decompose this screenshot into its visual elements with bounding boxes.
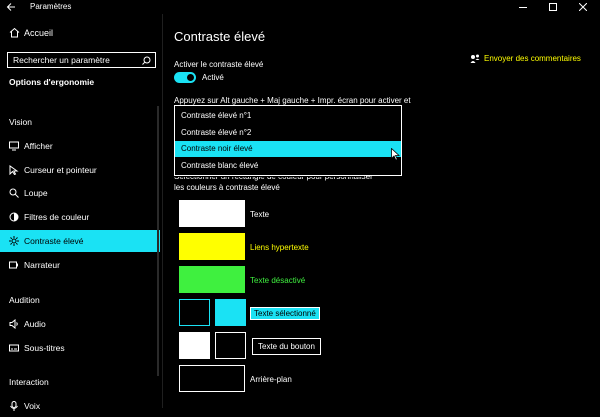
sidebar-item-label: Afficher	[24, 141, 53, 151]
text-color-swatch[interactable]	[179, 200, 245, 227]
group-label-vision: Vision	[9, 117, 32, 127]
sidebar-item-label: Filtres de couleur	[24, 212, 90, 222]
sidebar-item-sous-titres[interactable]: Sous-titres	[0, 337, 160, 359]
captions-icon	[9, 343, 19, 353]
close-icon[interactable]	[572, 0, 594, 14]
maximize-icon[interactable]	[542, 0, 564, 14]
sidebar-item-voix[interactable]: Voix	[0, 395, 160, 417]
sidebar-item-narrateur[interactable]: Narrateur	[0, 254, 160, 276]
sidebar-item-curseur[interactable]: Curseur et pointeur	[0, 159, 160, 181]
title-bar	[0, 0, 600, 14]
toggle-knob	[187, 74, 194, 81]
magnifier-icon	[9, 188, 19, 198]
back-arrow-icon[interactable]	[6, 2, 16, 12]
page-title: Contraste élevé	[174, 29, 266, 44]
theme-option[interactable]: Contraste élevé n°1	[175, 108, 401, 124]
button-text-label: Texte du bouton	[252, 338, 321, 355]
search-icon[interactable]	[142, 56, 151, 65]
hyperlink-color-label: Liens hypertexte	[250, 243, 309, 252]
toggle-heading: Activer le contraste élevé	[174, 60, 264, 69]
sidebar-item-label: Audio	[24, 319, 46, 329]
sidebar-divider	[162, 14, 163, 408]
sidebar-item-filtres[interactable]: Filtres de couleur	[0, 206, 160, 228]
background-color-swatch[interactable]	[179, 365, 245, 392]
text-color-label: Texte	[250, 210, 270, 219]
narrator-icon	[9, 260, 19, 270]
disabled-color-label: Texte désactivé	[250, 276, 306, 285]
sidebar-item-label: Voix	[24, 401, 41, 411]
sidebar-item-label: Narrateur	[24, 260, 60, 270]
microphone-icon	[9, 401, 19, 411]
search-placeholder: Rechercher un paramètre	[13, 55, 110, 65]
theme-option[interactable]: Contraste blanc élevé	[175, 158, 401, 174]
speaker-icon	[9, 319, 19, 329]
theme-option-selected[interactable]: Contraste noir élevé	[175, 141, 401, 157]
sidebar-item-label: Loupe	[24, 188, 48, 198]
shortcut-description: Appuyez sur Alt gauche + Maj gauche + Im…	[174, 96, 411, 105]
sidebar-item-label: Curseur et pointeur	[24, 165, 97, 175]
sidebar-item-label: Sous-titres	[24, 343, 65, 353]
group-label-audition: Audition	[9, 295, 40, 305]
high-contrast-toggle[interactable]	[174, 72, 196, 83]
theme-dropdown-list[interactable]: Contraste élevé n°1 Contraste élevé n°2 …	[174, 105, 402, 176]
sidebar-item-audio[interactable]: Audio	[0, 313, 160, 335]
home-link[interactable]: Accueil	[24, 28, 53, 38]
color-filter-icon	[9, 212, 19, 222]
display-icon	[9, 141, 19, 151]
toggle-state-label: Activé	[202, 73, 224, 82]
sidebar-scrollbar[interactable]	[157, 106, 159, 376]
feedback-icon[interactable]	[470, 54, 480, 64]
hyperlink-color-swatch[interactable]	[179, 233, 245, 260]
window-title: Paramètres	[30, 2, 72, 11]
sidebar-item-afficher[interactable]: Afficher	[0, 135, 160, 157]
background-color-label: Arrière-plan	[250, 375, 292, 384]
sidebar-item-label: Contraste élevé	[24, 236, 84, 246]
disabled-color-swatch[interactable]	[179, 266, 245, 293]
sidebar-item-loupe[interactable]: Loupe	[0, 182, 160, 204]
mouse-cursor-icon	[391, 148, 400, 161]
home-icon[interactable]	[9, 27, 20, 38]
button-bg-swatch[interactable]	[179, 332, 210, 359]
sun-icon	[9, 236, 19, 246]
selected-text-swatch[interactable]	[215, 299, 246, 326]
pointer-icon	[9, 165, 19, 175]
theme-option[interactable]: Contraste élevé n°2	[175, 125, 401, 141]
minimize-icon[interactable]	[512, 0, 534, 14]
search-input[interactable]: Rechercher un paramètre	[7, 52, 156, 68]
section-title: Options d'ergonomie	[9, 77, 95, 87]
selected-bg-swatch[interactable]	[179, 299, 210, 326]
group-label-interaction: Interaction	[9, 377, 49, 387]
sidebar-item-contraste[interactable]: Contraste élevé	[0, 230, 160, 252]
button-text-swatch[interactable]	[215, 332, 246, 359]
selected-text-label: Texte sélectionné	[250, 307, 320, 320]
feedback-link[interactable]: Envoyer des commentaires	[484, 54, 581, 63]
